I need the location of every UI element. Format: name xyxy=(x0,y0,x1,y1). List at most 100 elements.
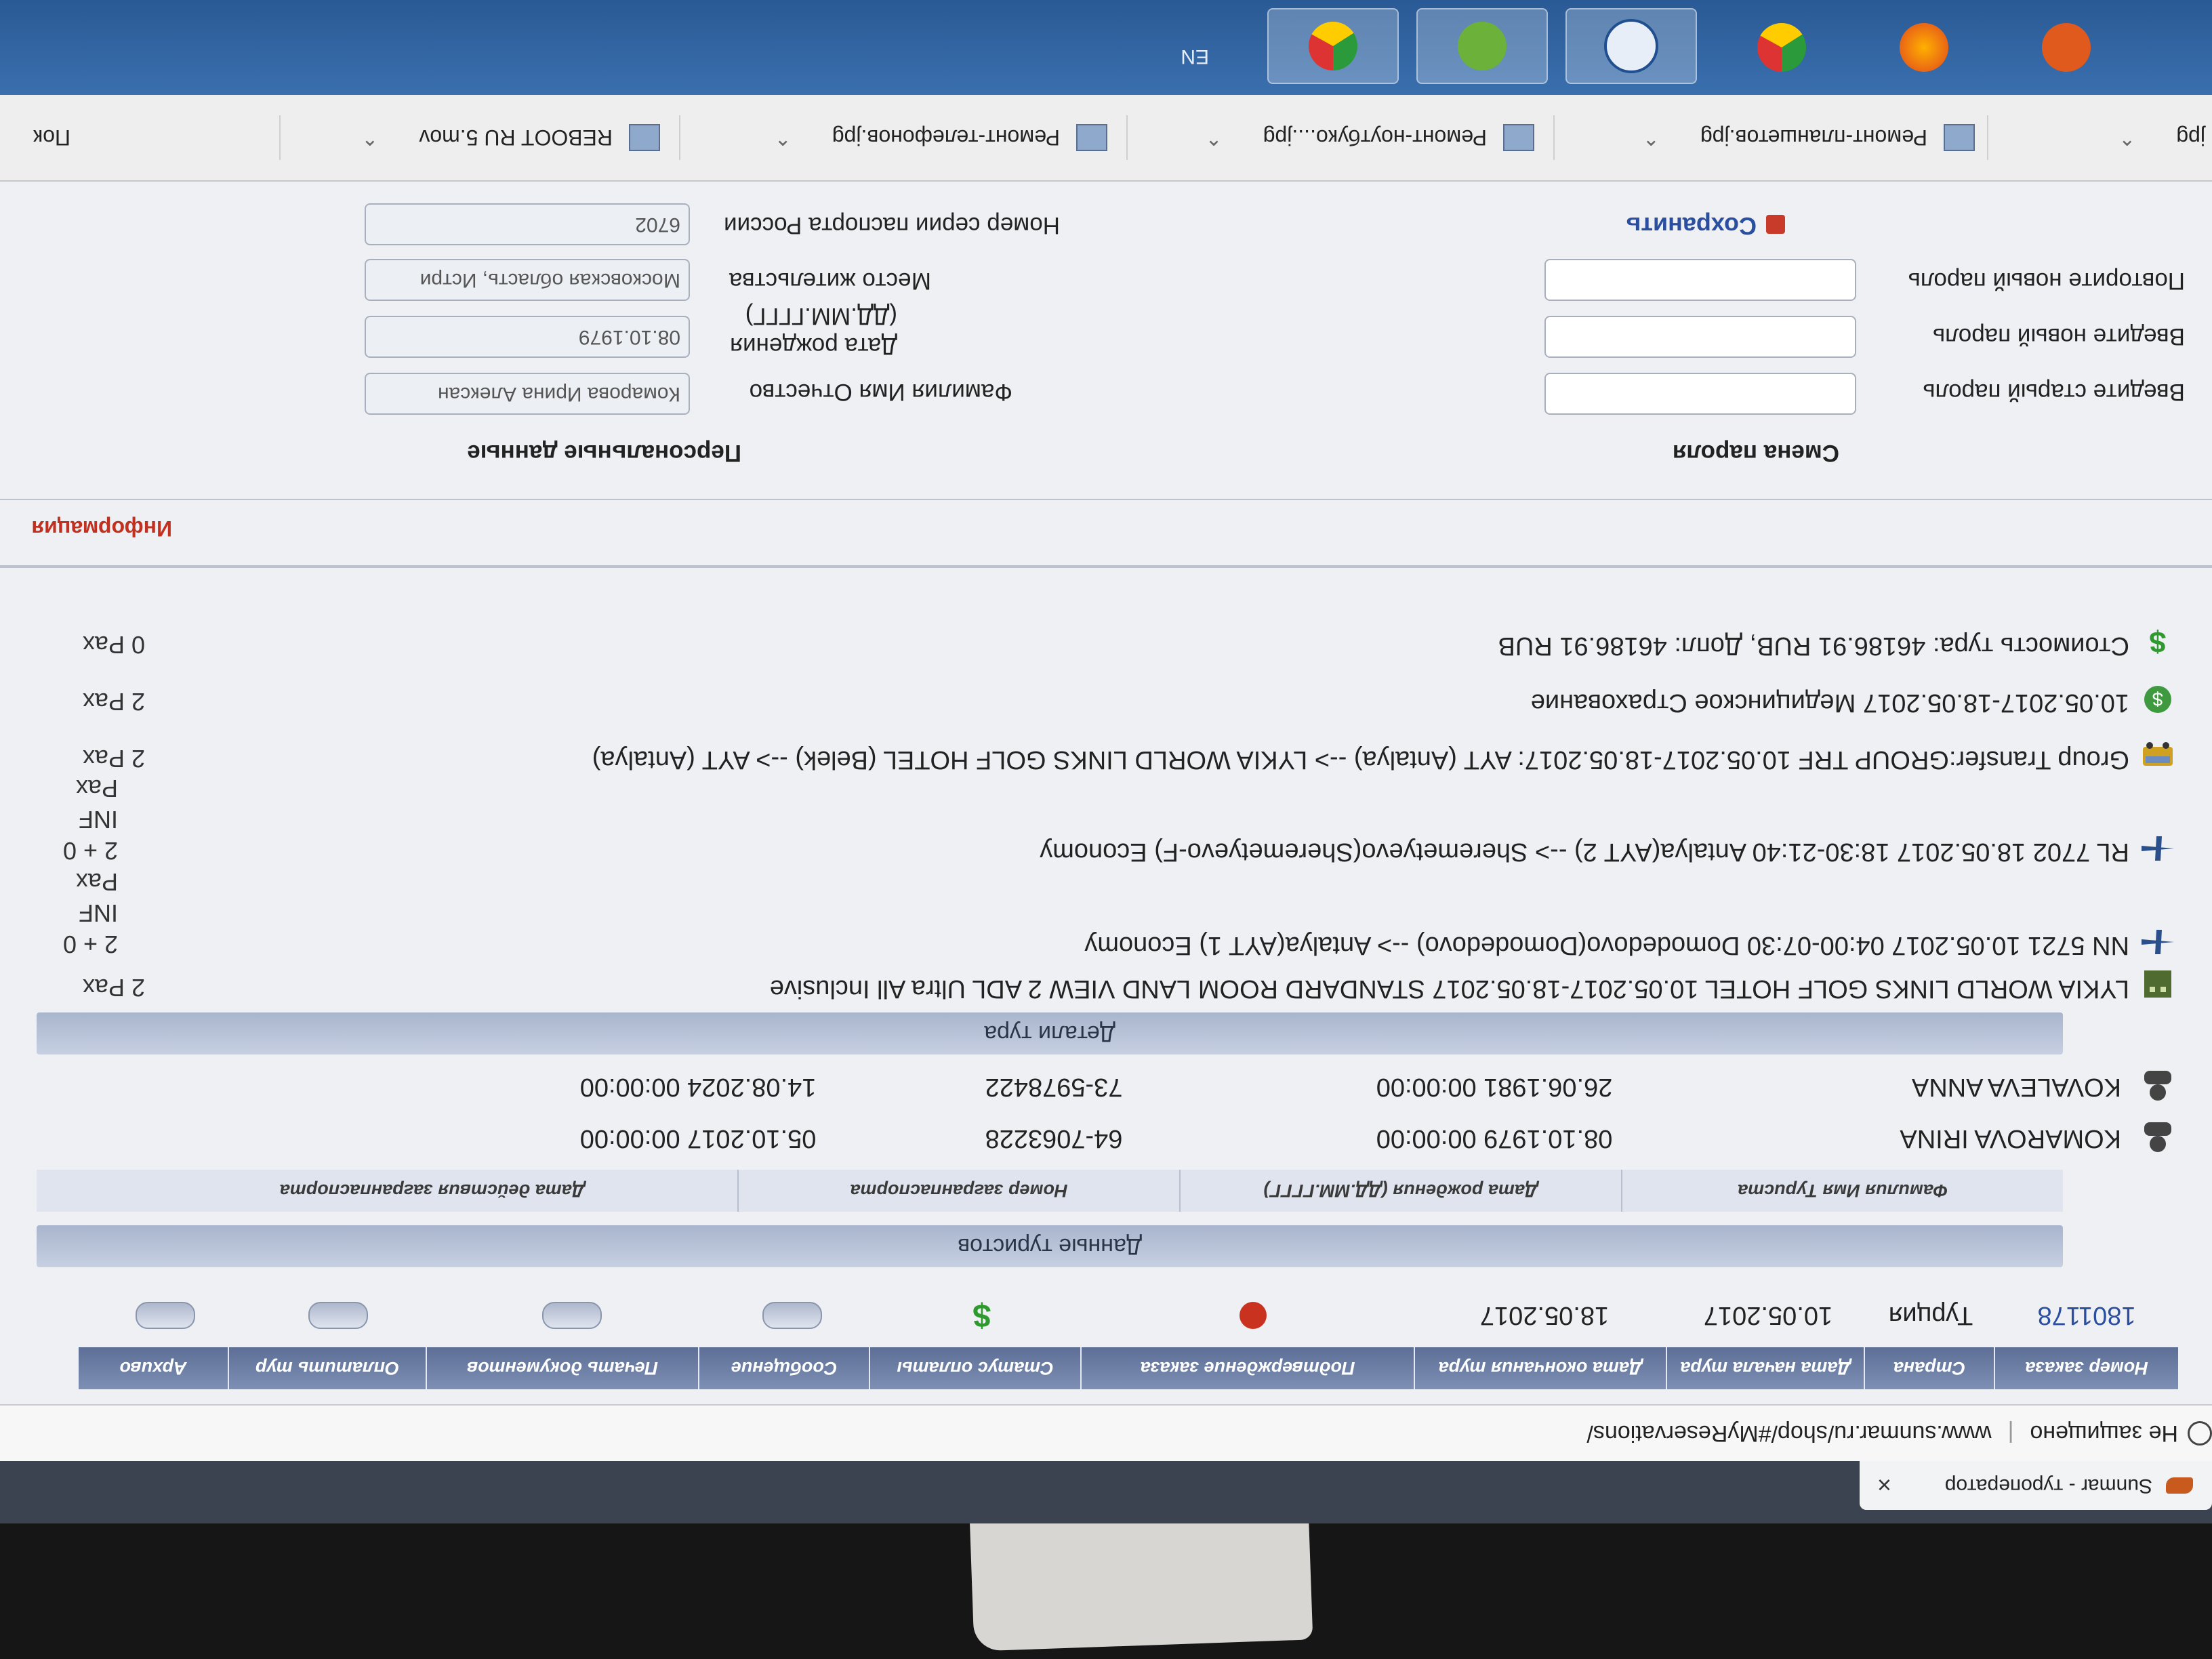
tour-detail-text: NN 5721 10.05.2017 04:00-07:30 Domodedov… xyxy=(1084,931,2129,960)
col-passport-number: Номер загранпаспорта xyxy=(737,1170,1179,1212)
col-confirmation[interactable]: Подтверждение заказа xyxy=(1080,1347,1414,1389)
browser-window: Sunmar - туроператор × Не защищено | www… xyxy=(0,0,2212,1523)
taskbar-firefox[interactable] xyxy=(1860,11,1988,84)
taskbar-app-2[interactable] xyxy=(1565,8,1697,84)
taskbar-utorrent[interactable] xyxy=(1416,8,1548,84)
col-message[interactable]: Сообщение xyxy=(698,1347,869,1389)
video-file-icon xyxy=(629,124,660,151)
tourist-name: KOVALEVA ANNA xyxy=(1911,1073,2121,1102)
passport-series-field[interactable]: 6702 xyxy=(365,203,690,245)
repeat-password-input[interactable] xyxy=(1544,259,1856,301)
download-file-name: jpg xyxy=(2176,125,2205,150)
sunmar-favicon-icon xyxy=(2166,1477,2193,1494)
download-item[interactable]: Ремонт-телефонов.jpg ⌃ xyxy=(679,115,1107,160)
tour-detail-text: 10.05.2017-18.05.2017 Медицинское Страхо… xyxy=(1530,689,2129,717)
col-payment-status[interactable]: Статус оплаты xyxy=(869,1347,1080,1389)
taskbar-chrome-active[interactable] xyxy=(1267,8,1399,84)
tab-title: Sunmar - туроператор xyxy=(1944,1475,2152,1497)
url-text[interactable]: www.sunmar.ru/shop/#MyReservations/ xyxy=(1586,1420,1991,1447)
pay-tour-button[interactable] xyxy=(308,1302,368,1329)
info-icon[interactable] xyxy=(2188,1421,2212,1446)
archive-button[interactable] xyxy=(136,1302,195,1329)
show-all-downloads[interactable]: Пок xyxy=(3,115,70,160)
tour-detail-text: Стоимость тура: 46186.91 RUB, Допл: 4618… xyxy=(1498,632,2129,660)
birth-date-field[interactable]: 08.10.1979 xyxy=(365,316,690,358)
download-file-name: REBOOT RU 5.mov xyxy=(419,125,613,150)
tourist-birth: 26.06.1981 00:00:00 xyxy=(1376,1073,1613,1102)
svg-text:$: $ xyxy=(2152,689,2163,710)
residence-field[interactable]: Московская область, Истри xyxy=(365,259,690,301)
tab-sunmar[interactable]: Sunmar - туроператор × xyxy=(1860,1461,2212,1510)
col-country[interactable]: Страна xyxy=(1864,1347,1994,1389)
download-item[interactable]: Ремонт-планшетов.jpg ⌃ xyxy=(1553,115,1975,160)
download-item[interactable]: REBOOT RU 5.mov ⌃ xyxy=(279,115,660,160)
download-item[interactable]: jpg ⌃ xyxy=(1987,115,2205,160)
taskbar-chrome[interactable] xyxy=(1717,11,1846,84)
downloads-bar: jpg ⌃ Ремонт-планшетов.jpg ⌃ Ремонт-ноут… xyxy=(0,94,2212,182)
close-tab-icon[interactable]: × xyxy=(1877,1471,1891,1499)
orders-table-header: Номер заказа Страна Дата начала тура Дат… xyxy=(23,1347,2178,1389)
app-icon xyxy=(1604,19,1658,73)
order-number[interactable]: 1801178 xyxy=(1995,1301,2178,1330)
save-icon xyxy=(1766,214,1785,234)
taskbar: EN xyxy=(0,0,2212,95)
tourist-row: KOMAROVA IRINA 08.10.1979 00:00:00 64-70… xyxy=(37,1113,2178,1164)
language-indicator[interactable]: EN xyxy=(1181,45,1209,68)
tour-detail-pax: 2 + 0 INF Pax xyxy=(62,775,118,865)
col-end-date[interactable]: Дата окончания тура xyxy=(1414,1347,1666,1389)
save-button[interactable]: Сохранить xyxy=(1626,211,1785,240)
tour-detail-pax: 2 Pax xyxy=(82,745,145,773)
divider xyxy=(0,499,2212,500)
chevron-up-icon[interactable]: ⌃ xyxy=(1206,126,1223,150)
tape-on-bezel xyxy=(969,1504,1313,1652)
order-end-date: 18.05.2017 xyxy=(1479,1301,1610,1330)
photo-of-screen: Sunmar - туроператор × Не защищено | www… xyxy=(0,0,2212,1659)
utorrent-icon xyxy=(1458,22,1507,70)
tour-details-section-header: Детали тура xyxy=(37,1012,2063,1054)
tour-detail-transfer: Group Transfer:GROUP TRF 10.05.2017-18.0… xyxy=(37,739,2178,774)
taskbar-app-1[interactable] xyxy=(2002,11,2131,84)
image-file-icon xyxy=(1503,124,1534,151)
tourist-icon xyxy=(2144,1122,2171,1152)
col-passport-valid: Дата действия загранпаспорта xyxy=(279,1181,586,1201)
address-bar[interactable]: Не защищено | www.sunmar.ru/shop/#MyRese… xyxy=(0,1404,2212,1461)
download-file-name: Ремонт-планшетов.jpg xyxy=(1700,125,1927,150)
birth-date-label: Дата рождения (ДД.ММ.ГГГГ) xyxy=(730,303,897,359)
tourist-name: KOMAROVA IRINA xyxy=(1900,1124,2121,1153)
chrome-icon xyxy=(1757,23,1806,72)
col-archive[interactable]: Архиво xyxy=(79,1347,228,1389)
tourist-passport-valid: 14.08.2024 00:00:00 xyxy=(579,1073,817,1102)
old-password-input[interactable] xyxy=(1544,373,1856,415)
passport-series-label: Номер серии паспорта России xyxy=(724,212,1060,239)
col-birth-date: Дата рождения (ДД.ММ.ГГГГ) xyxy=(1179,1170,1621,1212)
col-start-date[interactable]: Дата начала тура xyxy=(1666,1347,1864,1389)
chevron-up-icon[interactable]: ⌃ xyxy=(775,126,792,150)
col-order-number[interactable]: Номер заказа xyxy=(1994,1347,2178,1389)
col-pay-tour[interactable]: Оплатить тур xyxy=(228,1347,426,1389)
new-password-input[interactable] xyxy=(1544,316,1856,358)
chevron-up-icon[interactable]: ⌃ xyxy=(361,126,378,150)
print-documents-button[interactable] xyxy=(542,1302,602,1329)
download-item[interactable]: Ремонт-ноутбуко....jpg ⌃ xyxy=(1126,115,1534,160)
tour-detail-text: Group Transfer:GROUP TRF 10.05.2017-18.0… xyxy=(592,745,2129,774)
order-row[interactable]: 1801178 Турция 10.05.2017 18.05.2017 $ xyxy=(23,1286,2178,1345)
fio-field[interactable]: Комарова Ирина Алексан xyxy=(365,373,690,415)
col-print-docs[interactable]: Печать документов xyxy=(426,1347,698,1389)
old-password-label: Введите старый пароль xyxy=(1923,379,2185,405)
tourist-row: KOVALEVA ANNA 26.06.1981 00:00:00 73-597… xyxy=(37,1061,2178,1113)
tour-detail-pax: 2 Pax xyxy=(82,688,145,716)
tourist-passport: 64-7063228 xyxy=(985,1124,1123,1153)
bus-icon xyxy=(2143,742,2173,766)
chrome-icon xyxy=(1309,22,1357,70)
chevron-up-icon[interactable]: ⌃ xyxy=(1643,126,1660,150)
plane-icon xyxy=(2142,836,2174,861)
image-file-icon xyxy=(1076,124,1107,151)
col-tourist-name: Фамилия Имя Туриста xyxy=(1621,1170,2063,1212)
message-button[interactable] xyxy=(762,1302,822,1329)
svg-text:$: $ xyxy=(2150,625,2166,658)
new-password-label: Введите новый пароль xyxy=(1932,323,2185,350)
app-icon xyxy=(2042,23,2091,72)
order-country: Турция xyxy=(1888,1301,1973,1330)
info-section-title: Информация xyxy=(31,516,172,541)
chevron-up-icon[interactable]: ⌃ xyxy=(2118,126,2135,150)
